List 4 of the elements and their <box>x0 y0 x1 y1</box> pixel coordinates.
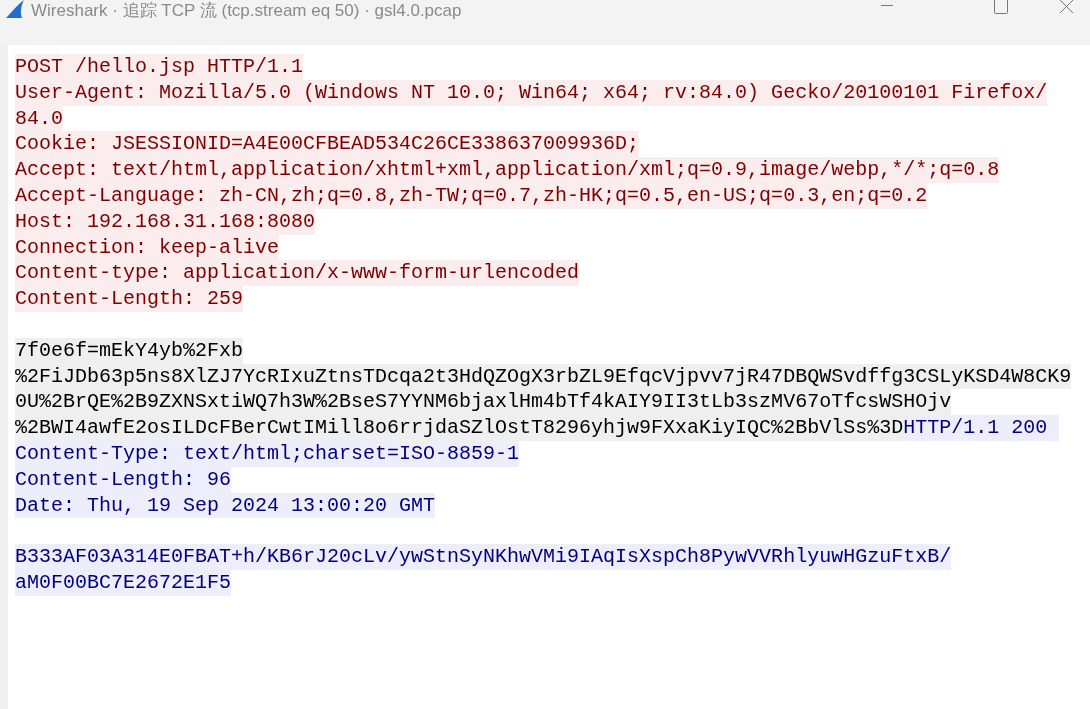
close-icon <box>1060 0 1074 14</box>
window-title: Wireshark · 追踪 TCP 流 (tcp.stream eq 50) · gsl4.0.pcap <box>31 1 462 21</box>
maximize-icon <box>994 0 1008 14</box>
shark-fin-icon <box>4 0 26 18</box>
